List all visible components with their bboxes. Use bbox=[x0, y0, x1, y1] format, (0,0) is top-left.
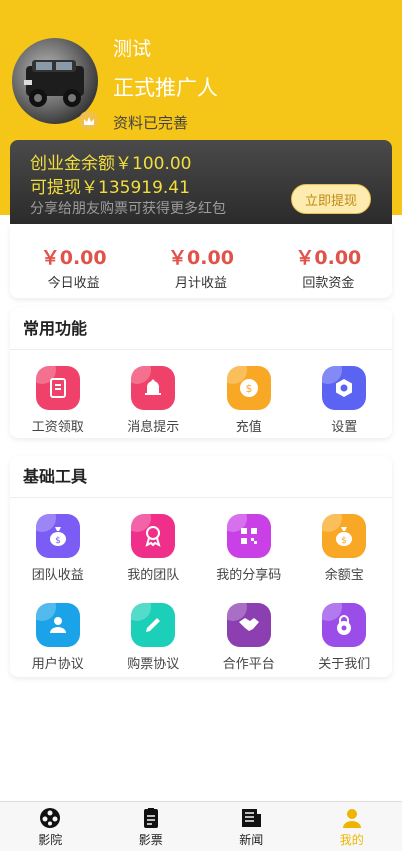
function-label: 设置 bbox=[331, 420, 358, 435]
tool-label: 关于我们 bbox=[318, 657, 371, 672]
film-reel-icon bbox=[40, 808, 61, 828]
ticket-icon bbox=[143, 808, 158, 828]
function-label: 充值 bbox=[235, 420, 262, 435]
balance-card: 创业金余额￥100.00 可提现￥135919.41 分享给朋友购票可获得更多红… bbox=[10, 140, 392, 224]
svg-text:$: $ bbox=[245, 382, 252, 395]
tab-mine[interactable]: 我的 bbox=[302, 802, 402, 851]
common-functions-section: 常用功能 工资领取 消息提示 $ 充值 设置 bbox=[10, 308, 392, 438]
withdraw-button[interactable]: 立即提现 bbox=[291, 184, 371, 214]
tool-balance-treasure[interactable]: $ 余额宝 bbox=[297, 498, 393, 587]
tool-label: 余额宝 bbox=[324, 568, 364, 583]
handshake-icon bbox=[226, 603, 271, 647]
stat-value: ￥0.00 bbox=[168, 247, 234, 269]
svg-text:$: $ bbox=[55, 536, 61, 546]
tab-label: 新闻 bbox=[239, 833, 264, 847]
tool-my-team[interactable]: 我的团队 bbox=[106, 498, 202, 587]
tool-ticket-agreement[interactable]: 购票协议 bbox=[106, 587, 202, 676]
pencil-icon bbox=[131, 603, 176, 647]
money-bag-icon: $ bbox=[35, 514, 80, 558]
profile-status: 资料已完善 bbox=[113, 114, 189, 132]
tool-label: 我的分享码 bbox=[216, 568, 282, 583]
section-title: 常用功能 bbox=[10, 308, 392, 350]
tab-cinema[interactable]: 影院 bbox=[0, 802, 101, 851]
bottom-tabbar: 影院 影票 新闻 我的 bbox=[0, 801, 402, 851]
stat-value: ￥0.00 bbox=[295, 247, 362, 269]
share-hint: 分享给朋友购票可获得更多红包 bbox=[30, 201, 226, 217]
function-label: 工资领取 bbox=[31, 420, 84, 435]
function-recharge[interactable]: $ 充值 bbox=[201, 350, 297, 439]
tool-label: 我的团队 bbox=[127, 568, 180, 583]
tool-label: 用户协议 bbox=[31, 657, 84, 672]
svg-text:$: $ bbox=[341, 536, 347, 546]
user-name: 测试 bbox=[113, 38, 152, 60]
tool-team-earnings[interactable]: $ 团队收益 bbox=[10, 498, 106, 587]
tool-partner-platform[interactable]: 合作平台 bbox=[201, 587, 297, 676]
tool-label: 合作平台 bbox=[222, 657, 275, 672]
user-role: 正式推广人 bbox=[113, 76, 218, 100]
tool-about-us[interactable]: 关于我们 bbox=[297, 587, 393, 676]
award-icon bbox=[131, 514, 176, 558]
function-messages[interactable]: 消息提示 bbox=[106, 350, 202, 439]
gear-icon bbox=[322, 366, 367, 410]
tool-label: 购票协议 bbox=[127, 657, 180, 672]
function-settings[interactable]: 设置 bbox=[297, 350, 393, 439]
coin-icon: $ bbox=[226, 366, 271, 410]
tab-news[interactable]: 新闻 bbox=[201, 802, 302, 851]
tab-label: 影票 bbox=[138, 833, 163, 847]
basic-tools-section: 基础工具 $ 团队收益 我的团队 我的分享码 $ 余额宝 用户协议 购票协议 合… bbox=[10, 456, 392, 677]
function-label: 消息提示 bbox=[127, 420, 180, 435]
stat-label: 月计收益 bbox=[174, 276, 227, 291]
section-title: 基础工具 bbox=[10, 456, 392, 498]
tool-user-agreement[interactable]: 用户协议 bbox=[10, 587, 106, 676]
tool-label: 团队收益 bbox=[31, 568, 84, 583]
stat-label: 今日收益 bbox=[47, 276, 100, 291]
stat-month: ￥0.00 月计收益 bbox=[137, 224, 264, 298]
tab-label: 影院 bbox=[38, 833, 63, 847]
startup-fund-balance: 创业金余额￥100.00 bbox=[30, 154, 192, 174]
tab-tickets[interactable]: 影票 bbox=[101, 802, 202, 851]
tab-label: 我的 bbox=[339, 833, 364, 847]
stat-value: ￥0.00 bbox=[40, 247, 107, 269]
crown-icon bbox=[79, 111, 98, 130]
function-salary[interactable]: 工资领取 bbox=[10, 350, 106, 439]
qrcode-icon bbox=[226, 514, 271, 558]
coin-bag-icon: $ bbox=[322, 514, 367, 558]
stat-label: 回款资金 bbox=[302, 276, 355, 291]
bell-icon bbox=[131, 366, 176, 410]
person-icon bbox=[342, 809, 361, 828]
news-icon bbox=[242, 809, 262, 827]
lock-icon bbox=[322, 603, 367, 647]
stat-returned: ￥0.00 回款资金 bbox=[265, 224, 392, 298]
tool-share-code[interactable]: 我的分享码 bbox=[201, 498, 297, 587]
wallet-icon bbox=[35, 366, 80, 410]
stat-today: ￥0.00 今日收益 bbox=[10, 224, 137, 298]
withdrawable-balance: 可提现￥135919.41 bbox=[30, 178, 190, 198]
user-icon bbox=[35, 603, 80, 647]
earnings-stats: ￥0.00 今日收益 ￥0.00 月计收益 ￥0.00 回款资金 bbox=[10, 224, 392, 298]
